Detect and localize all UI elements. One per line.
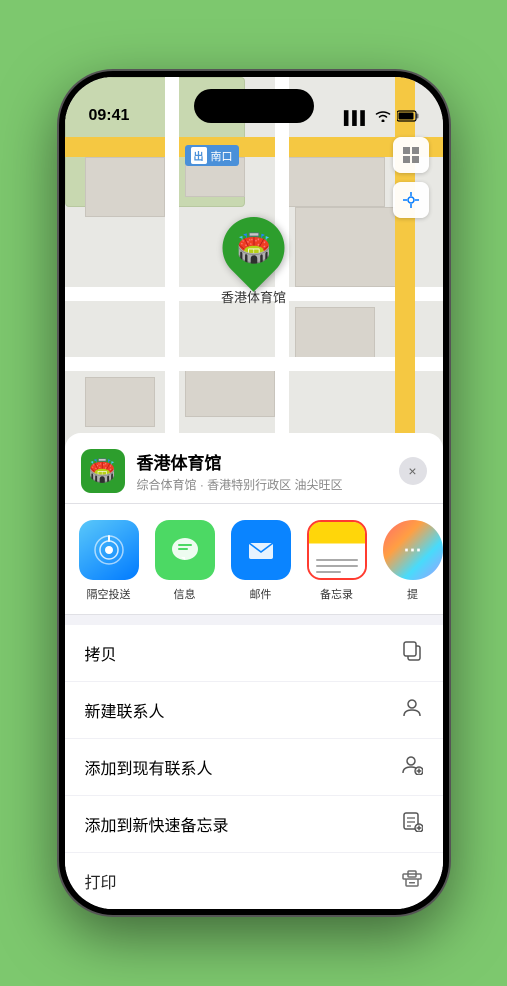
venue-name: 香港体育馆 [137, 449, 387, 474]
map-entrance-label: 出 南口 [185, 145, 239, 166]
note-line-1 [316, 559, 358, 561]
signal-icon: ▌▌▌ [344, 110, 369, 125]
note-line-3 [316, 571, 341, 573]
share-item-messages[interactable]: 信息 [151, 520, 219, 602]
quick-note-label: 添加到新快速备忘录 [85, 812, 229, 836]
pin-icon: 🏟️ [236, 232, 271, 265]
share-item-notes[interactable]: 备忘录 [303, 520, 371, 602]
airdrop-label: 隔空投送 [87, 586, 131, 602]
action-item-new-contact[interactable]: 新建联系人 [65, 682, 443, 739]
share-item-mail[interactable]: 邮件 [227, 520, 295, 602]
print-icon [401, 867, 423, 895]
battery-icon [397, 110, 419, 125]
notes-label: 备忘录 [320, 586, 353, 602]
mail-icon [231, 520, 291, 580]
status-time: 09:41 [89, 107, 130, 125]
quick-note-icon [401, 810, 423, 838]
note-line-2 [316, 565, 358, 567]
action-item-quick-note[interactable]: 添加到新快速备忘录 [65, 796, 443, 853]
wifi-icon [375, 110, 391, 125]
notes-icon [309, 522, 365, 578]
new-contact-label: 新建联系人 [85, 698, 165, 722]
venue-info: 香港体育馆 综合体育馆 · 香港特别行政区 油尖旺区 [137, 449, 387, 493]
action-item-print[interactable]: 打印 [65, 853, 443, 909]
phone-screen: 09:41 ▌▌▌ [65, 77, 443, 909]
close-button[interactable]: × [399, 457, 427, 485]
new-contact-icon [401, 696, 423, 724]
map-view-toggle[interactable] [393, 137, 429, 173]
share-item-more[interactable]: ⋯ 提 [379, 520, 443, 602]
venue-logo: 🏟️ [81, 449, 125, 493]
more-icon: ⋯ [383, 520, 443, 580]
bottom-sheet: 🏟️ 香港体育馆 综合体育馆 · 香港特别行政区 油尖旺区 × [65, 433, 443, 909]
sheet-header: 🏟️ 香港体育馆 综合体育馆 · 香港特别行政区 油尖旺区 × [65, 433, 443, 504]
more-label: 提 [407, 586, 418, 602]
messages-icon [155, 520, 215, 580]
action-item-copy[interactable]: 拷贝 [65, 625, 443, 682]
copy-icon [401, 639, 423, 667]
share-item-airdrop[interactable]: 隔空投送 [75, 520, 143, 602]
venue-description: 综合体育馆 · 香港特别行政区 油尖旺区 [137, 476, 387, 493]
messages-label: 信息 [174, 586, 196, 602]
share-actions-row: 隔空投送 信息 [65, 504, 443, 615]
copy-label: 拷贝 [85, 641, 117, 665]
phone-frame: 09:41 ▌▌▌ [59, 71, 449, 915]
notes-icon-container [307, 520, 367, 580]
dynamic-island [194, 89, 314, 123]
print-label: 打印 [85, 869, 117, 893]
action-list: 拷贝 新建联系人 [65, 625, 443, 909]
location-pin: 🏟️ 香港体育馆 [221, 217, 286, 306]
action-item-add-existing[interactable]: 添加到现有联系人 [65, 739, 443, 796]
mail-label: 邮件 [250, 586, 272, 602]
airdrop-icon [79, 520, 139, 580]
status-icons: ▌▌▌ [344, 110, 419, 125]
location-button[interactable] [393, 182, 429, 218]
map-controls [393, 137, 429, 218]
add-existing-icon [401, 753, 423, 781]
add-existing-label: 添加到现有联系人 [85, 755, 213, 779]
